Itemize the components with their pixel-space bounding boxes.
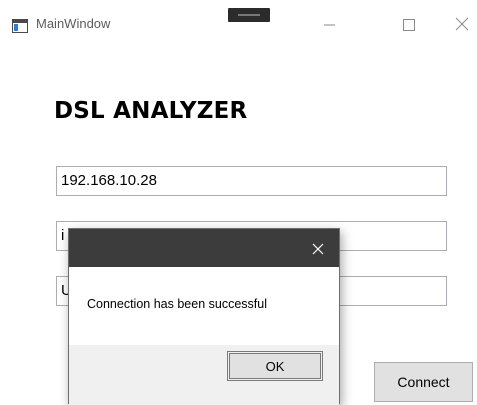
dialog-body: Connection has been successful <box>69 267 339 345</box>
ip-address-field[interactable]: 192.168.10.28 <box>56 166 447 196</box>
window-titlebar[interactable]: MainWindow <box>0 0 477 52</box>
maximize-icon <box>403 19 415 31</box>
app-heading: DSL ANALYZER <box>54 98 248 124</box>
dialog-footer: OK <box>69 345 339 405</box>
ok-button[interactable]: OK <box>227 351 323 381</box>
message-dialog: Connection has been successful OK <box>68 228 340 405</box>
minimize-icon <box>324 24 335 26</box>
dialog-close-button[interactable] <box>307 239 329 259</box>
connect-button[interactable]: Connect <box>374 362 473 402</box>
minimize-button[interactable] <box>315 12 345 36</box>
close-icon <box>455 17 469 31</box>
drag-handle[interactable] <box>228 8 270 22</box>
dialog-message: Connection has been successful <box>87 297 267 311</box>
close-button[interactable] <box>452 12 477 36</box>
window-title: MainWindow <box>36 16 111 31</box>
window-app-icon <box>12 19 28 33</box>
maximize-button[interactable] <box>394 12 424 36</box>
dialog-titlebar[interactable] <box>69 229 339 267</box>
close-icon <box>312 243 324 255</box>
